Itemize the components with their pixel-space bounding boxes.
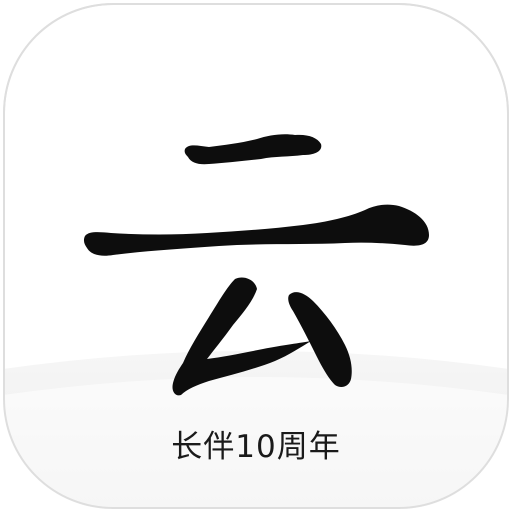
stroke-top (184, 134, 322, 165)
stroke-middle (83, 204, 430, 256)
anniversary-caption: 长伴10周年 (171, 429, 341, 465)
app-icon[interactable]: 长伴10周年 (3, 3, 509, 509)
